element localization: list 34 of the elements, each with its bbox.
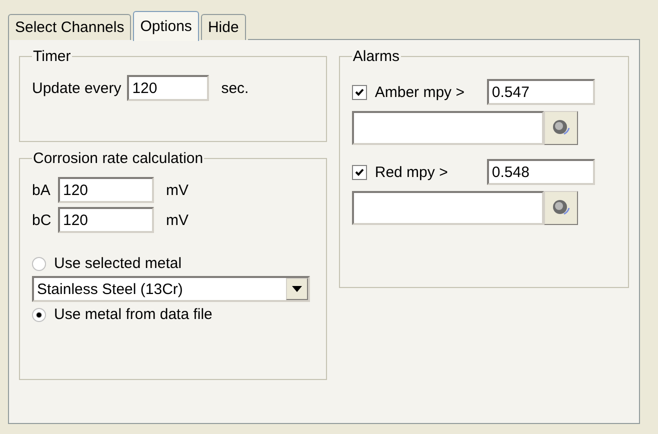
checkbox-label: Amber mpy > xyxy=(374,84,466,100)
input-field[interactable]: 0.547 xyxy=(486,79,595,105)
group-title: Alarms xyxy=(352,48,401,65)
sound-button[interactable] xyxy=(544,111,578,145)
input-field[interactable]: 120 xyxy=(58,207,154,233)
sound-file-field[interactable] xyxy=(352,191,544,225)
metal-dropdown[interactable]: Stainless Steel (13Cr) xyxy=(32,276,310,302)
checkbox[interactable] xyxy=(352,84,367,100)
group-title: Timer xyxy=(32,48,72,65)
input-field[interactable]: 0.548 xyxy=(486,159,595,185)
check-icon xyxy=(354,168,364,176)
checkbox-label: Red mpy > xyxy=(374,164,449,180)
field-label: Update every xyxy=(32,80,122,96)
unit-label: sec. xyxy=(221,80,249,96)
input-field[interactable]: 120 xyxy=(58,177,154,203)
field-label: bA xyxy=(32,182,52,198)
tab[interactable]: Hide xyxy=(200,14,246,40)
radio-button[interactable] xyxy=(32,256,46,270)
input-field[interactable]: 120 xyxy=(127,75,210,101)
radio-label: Use metal from data file xyxy=(54,306,212,323)
unit-label: mV xyxy=(166,212,188,228)
sound-button[interactable] xyxy=(544,191,578,225)
check-icon xyxy=(354,88,364,96)
radio-button[interactable] xyxy=(32,308,46,322)
dropdown-button[interactable] xyxy=(286,278,308,300)
radio-label: Use selected metal xyxy=(54,255,182,272)
sound-file-field[interactable] xyxy=(352,111,544,145)
tab[interactable]: Select Channels xyxy=(8,14,132,40)
checkbox[interactable] xyxy=(352,164,367,180)
group-title: Corrosion rate calculation xyxy=(32,150,204,167)
unit-label: mV xyxy=(166,182,188,198)
field-label: bC xyxy=(32,212,52,228)
tab[interactable]: Options xyxy=(133,11,199,41)
caret-icon xyxy=(292,286,302,292)
